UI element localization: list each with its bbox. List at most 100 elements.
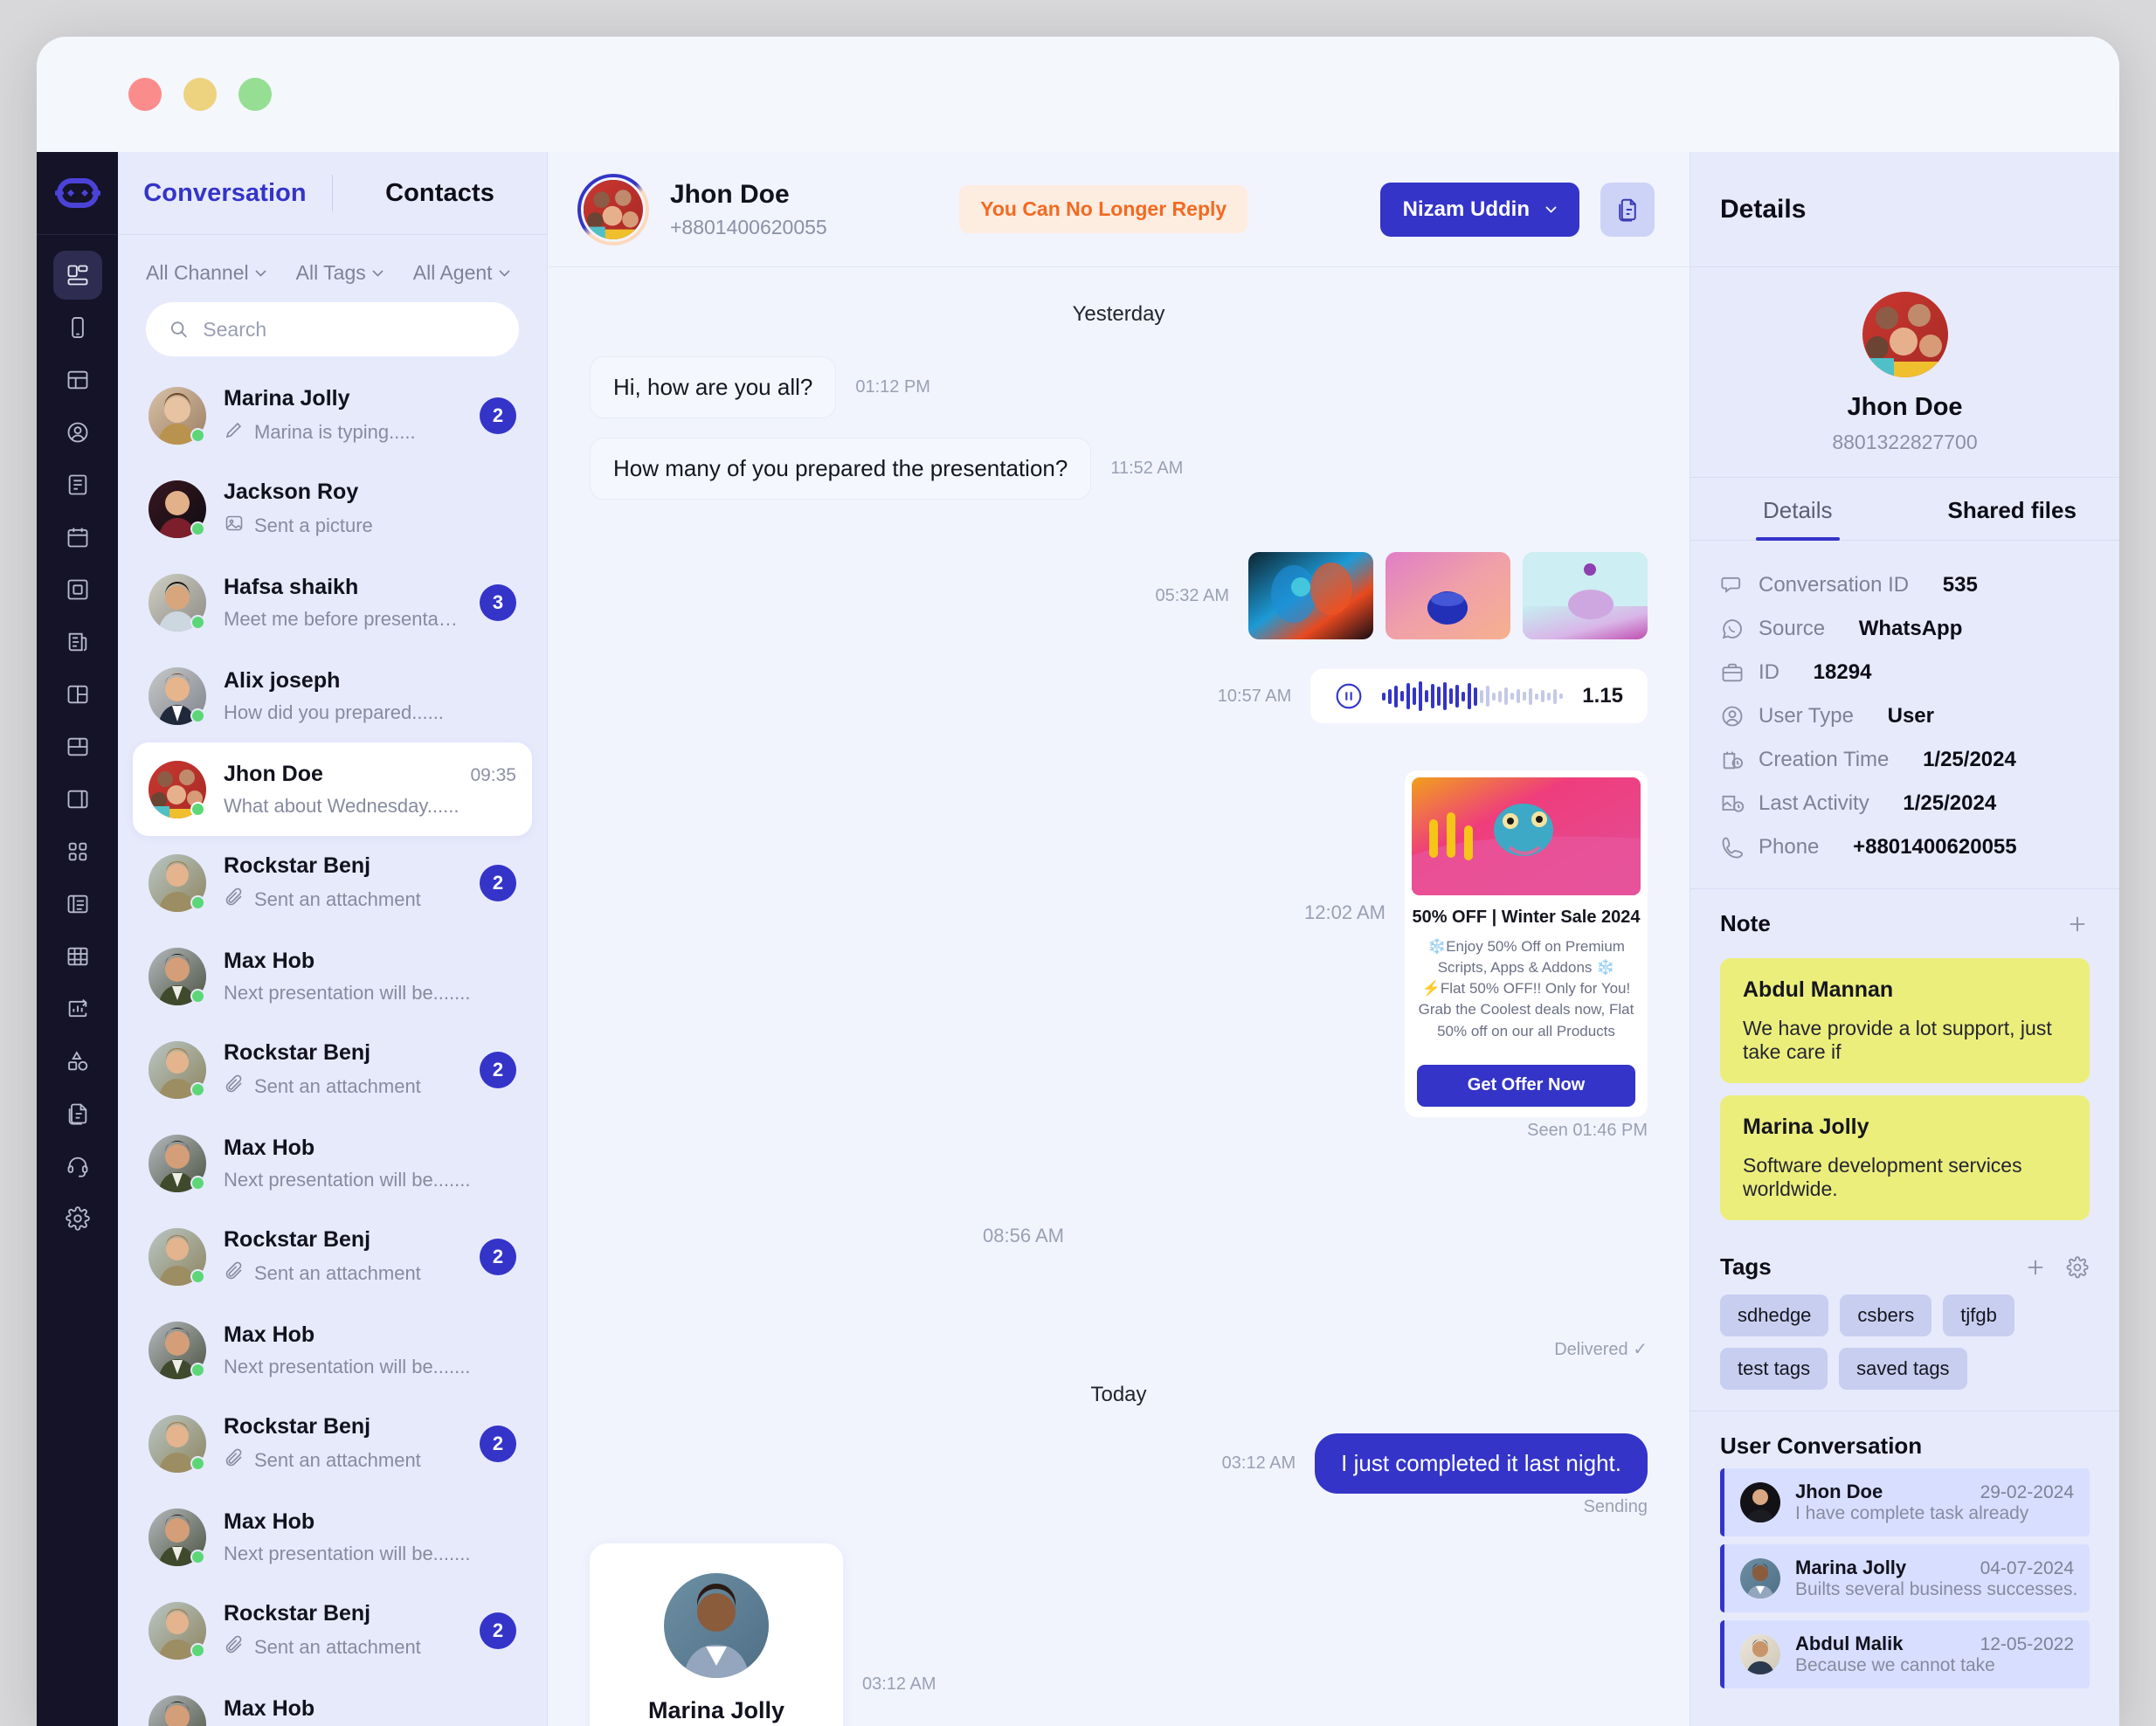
conversation-list-item[interactable]: Max HobNext presentation will be....... — [133, 1116, 532, 1210]
pause-icon[interactable] — [1335, 682, 1363, 710]
conversation-list[interactable]: Marina Jolly Marina is typing..... 2 Jackso… — [118, 369, 547, 1726]
user-conversation-item[interactable]: Abdul Malik 12-05-2022 Because we cannot t… — [1720, 1620, 2090, 1688]
rail-item-headset-icon[interactable] — [53, 1142, 102, 1191]
conversation-item-name: Marina Jolly — [224, 386, 350, 411]
chat-header-name: Jhon Doe — [670, 179, 790, 209]
gear-icon[interactable] — [2065, 1255, 2090, 1280]
conversation-list-item[interactable]: Rockstar Benj Sent an attachment 2 — [133, 1584, 532, 1677]
note-section-header: Note — [1690, 889, 2119, 946]
tab-shared-files[interactable]: Shared files — [1905, 478, 2120, 540]
tag-chip[interactable]: saved tags — [1839, 1348, 1967, 1390]
tab-contacts[interactable]: Contacts — [333, 179, 547, 208]
tag-chip[interactable]: sdhedge — [1720, 1294, 1829, 1336]
details-field-list: Conversation ID 535 Source WhatsApp ID 1… — [1690, 541, 2119, 889]
conversation-list-item[interactable]: Max HobNext presentation will be....... — [133, 929, 532, 1023]
image-thumbnail-ink-splash[interactable] — [1248, 552, 1373, 639]
conversation-list-item[interactable]: Rockstar Benj Sent an attachment 2 — [133, 1397, 532, 1490]
image-thumbnail-blue-droplet[interactable] — [1386, 552, 1510, 639]
window-minimize-dot[interactable] — [183, 78, 217, 111]
user-conversation-title: User Conversation — [1720, 1433, 1923, 1459]
user-conversation-item[interactable]: Jhon Doe 29-02-2024 I have complete task a… — [1720, 1468, 2090, 1536]
rail-item-news-icon[interactable] — [53, 618, 102, 666]
conversation-list-item[interactable]: Alix joseph How did you prepared...... — [133, 649, 532, 742]
conversation-list-item[interactable]: Max HobNext presentation will be....... — [133, 1677, 532, 1726]
tab-details[interactable]: Details — [1690, 478, 1905, 540]
chat-header-avatar[interactable] — [577, 173, 649, 245]
conversation-list-item[interactable]: Hafsa shaikh Meet me before presentation.… — [133, 556, 532, 649]
conversation-item-name: Rockstar Benj — [224, 1414, 371, 1439]
rail-item-sidebar-icon[interactable] — [53, 775, 102, 824]
rail-item-layout-grid-icon[interactable] — [53, 670, 102, 719]
conversation-item-preview: Sent an attachment — [254, 1074, 421, 1097]
conversation-list-item[interactable]: Rockstar Benj Sent an attachment 2 — [133, 1023, 532, 1116]
rail-item-table-icon[interactable] — [53, 932, 102, 981]
user-circle-icon — [1722, 706, 1743, 727]
user-conversation-date: 12-05-2022 — [1980, 1634, 2074, 1654]
promo-title: 50% OFF | Winter Sale 2024 — [1412, 908, 1641, 927]
plus-icon[interactable] — [2023, 1255, 2048, 1280]
message-timestamp: 03:12 AM — [1221, 1453, 1296, 1473]
online-indicator — [190, 1362, 205, 1377]
rail-item-square-frame-icon[interactable] — [53, 565, 102, 614]
tag-chip[interactable]: csbers — [1840, 1294, 1932, 1336]
conversation-list-item[interactable]: Max HobNext presentation will be....... — [133, 1490, 532, 1584]
window-close-dot[interactable] — [128, 78, 162, 111]
rail-item-dashboard-icon[interactable] — [52, 251, 102, 300]
detail-value: 535 — [1942, 573, 1978, 597]
rail-item-apps-grid-icon[interactable] — [53, 827, 102, 876]
rail-item-layout-split-icon[interactable] — [53, 722, 102, 771]
app-logo[interactable] — [37, 152, 118, 235]
filter-all-tags[interactable]: All Tags — [296, 261, 384, 285]
voice-message[interactable]: 1.15 — [1310, 669, 1648, 723]
icon-sidebar — [37, 152, 118, 1726]
tags-section-title: Tags — [1720, 1253, 1772, 1280]
rail-item-mobile-icon[interactable] — [53, 303, 102, 352]
chat-header: Jhon Doe +8801400620055 You Can No Longe… — [548, 152, 1690, 267]
search-box[interactable] — [146, 302, 519, 356]
tag-chip[interactable]: tjfgb — [1943, 1294, 2014, 1336]
conversation-item-preview: Meet me before presentation....... — [224, 607, 462, 630]
tag-chip[interactable]: test tags — [1720, 1348, 1828, 1390]
conversation-list-item[interactable]: Rockstar Benj Sent an attachment 2 — [133, 836, 532, 929]
conversation-list-item[interactable]: Jhon Doe 09:35 What about Wednesday...... — [133, 742, 532, 836]
conversation-list-item[interactable]: Jackson Roy Sent a picture — [133, 462, 532, 556]
tab-conversation[interactable]: Conversation — [118, 179, 332, 208]
conversation-list-item[interactable]: Marina Jolly Marina is typing..... 2 — [133, 369, 532, 462]
filter-all-agent[interactable]: All Agent — [413, 261, 510, 285]
rail-item-shapes-icon[interactable] — [53, 1037, 102, 1086]
rail-item-user-circle-icon[interactable] — [53, 408, 102, 457]
agent-selector-button[interactable]: Nizam Uddin — [1379, 182, 1579, 237]
filter-all-channel[interactable]: All Channel — [146, 261, 266, 285]
message-row-audio: 10:57 AM 1.15 — [590, 669, 1648, 723]
rail-item-chart-export-icon[interactable] — [53, 984, 102, 1033]
note-item[interactable]: Marina Jolly Software development servic… — [1720, 1095, 2090, 1220]
avatar — [149, 1227, 206, 1286]
notes-document-button[interactable] — [1600, 182, 1655, 237]
message-row-images: 05:32 AM — [590, 552, 1648, 639]
rail-item-list-detail-icon[interactable] — [53, 880, 102, 929]
user-conversation-preview: Because we cannot take — [1795, 1655, 1995, 1675]
user-conversation-item[interactable]: Marina Jolly 04-07-2024 Builts several bus… — [1720, 1544, 2090, 1612]
conversation-list-item[interactable]: Rockstar Benj Sent an attachment 2 — [133, 1210, 532, 1303]
audio-waveform[interactable] — [1382, 681, 1564, 711]
chat-messages-scroll[interactable]: Yesterday Hi, how are you all? 01:12 PM … — [548, 267, 1690, 1726]
conversation-list-item[interactable]: Max HobNext presentation will be....... — [133, 1303, 532, 1397]
rail-item-layout-panel-icon[interactable] — [53, 356, 102, 404]
image-thumbnail-water-crown[interactable] — [1523, 552, 1648, 639]
no-longer-reply-notice: You Can No Longer Reply — [959, 185, 1248, 233]
conversation-item-text: Rockstar Benj Sent an attachment — [224, 1040, 462, 1099]
get-offer-now-button[interactable]: Get Offer Now — [1417, 1064, 1635, 1107]
rail-item-gear-icon[interactable] — [53, 1194, 102, 1243]
message-timestamp: 05:32 AM — [1155, 585, 1229, 605]
rail-item-calendar-icon[interactable] — [53, 513, 102, 562]
search-input[interactable] — [203, 317, 496, 342]
rail-item-documents-icon[interactable] — [53, 1089, 102, 1138]
outgoing-message-bubble: I just completed it last night. — [1315, 1433, 1648, 1494]
note-item[interactable]: Abdul Mannan We have provide a lot suppo… — [1720, 958, 2090, 1083]
conversation-item-text: Max Hob Next presentation will be....... — [224, 1136, 516, 1191]
add-note-button[interactable] — [2065, 912, 2090, 936]
chat-bubble-icon — [1721, 576, 1741, 593]
conversation-item-time: 09:35 — [470, 764, 516, 785]
rail-item-article-icon[interactable] — [53, 460, 102, 509]
window-maximize-dot[interactable] — [238, 78, 272, 111]
